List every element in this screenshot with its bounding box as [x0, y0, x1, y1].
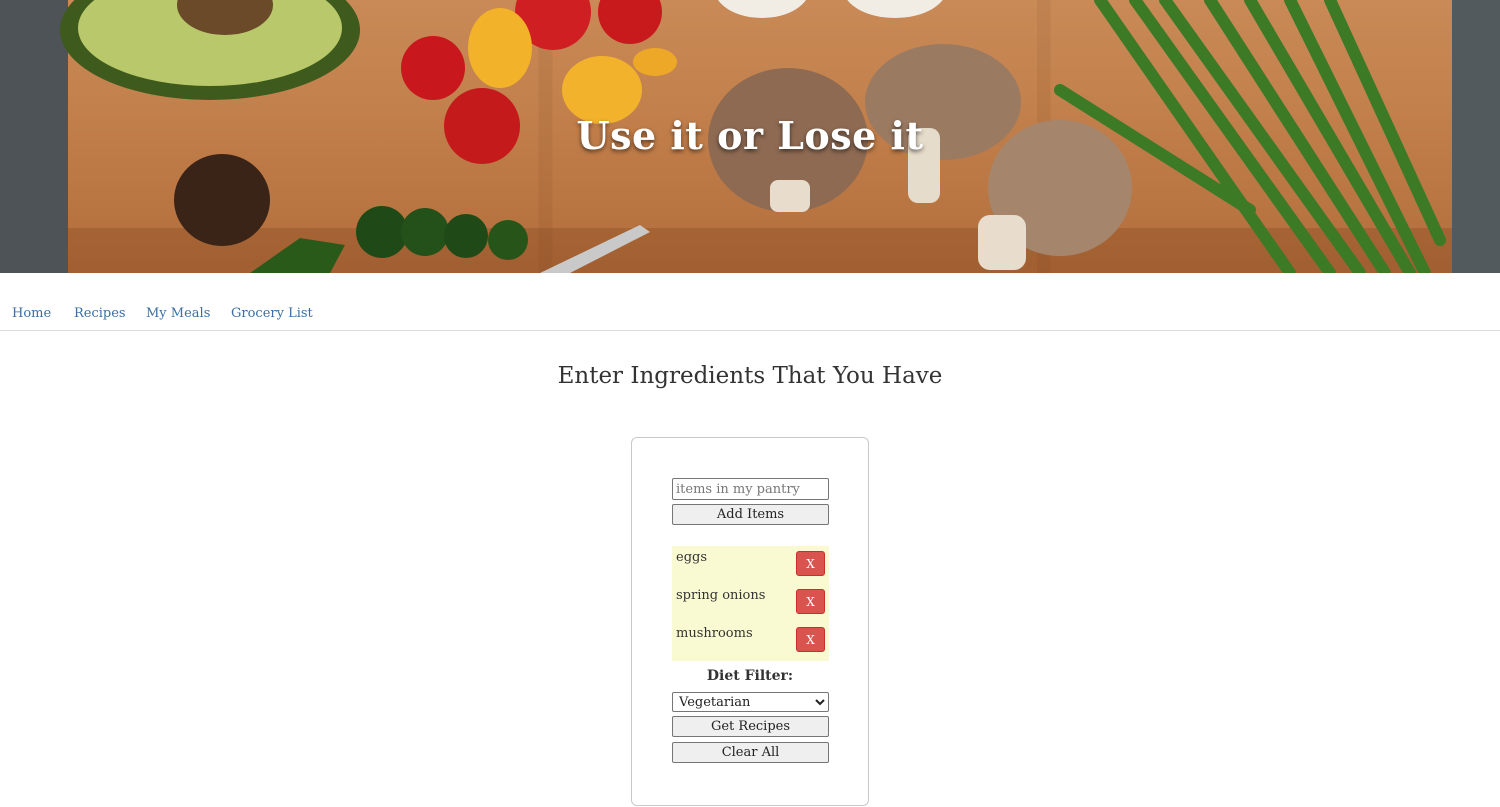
site-title: Use it or Lose it	[576, 113, 924, 158]
ingredient-name: spring onions	[676, 588, 766, 603]
remove-ingredient-button[interactable]: X	[796, 551, 825, 576]
page-heading: Enter Ingredients That You Have	[557, 363, 943, 389]
get-recipes-button[interactable]: Get Recipes	[672, 716, 829, 737]
ingredient-item: eggs X	[672, 546, 829, 578]
remove-ingredient-button[interactable]: X	[796, 589, 825, 614]
ingredient-name: mushrooms	[676, 626, 753, 641]
yellow-tomato	[468, 8, 532, 88]
nav-link-recipes[interactable]: Recipes	[74, 306, 126, 321]
hero-banner: Use it or Lose it	[0, 0, 1500, 273]
egg	[847, 0, 943, 18]
board-hole	[174, 154, 270, 246]
remove-ingredient-button[interactable]: X	[796, 627, 825, 652]
egg	[718, 0, 806, 18]
clear-all-button[interactable]: Clear All	[672, 742, 829, 763]
ingredient-item: mushrooms X	[672, 622, 829, 654]
diet-filter-select[interactable]: Vegetarian	[672, 692, 829, 712]
knife-blade	[540, 225, 650, 273]
jalapeno-slice	[401, 208, 449, 256]
jalapeno-slice	[488, 220, 528, 260]
pepper-piece	[250, 238, 345, 273]
ingredient-name: eggs	[676, 550, 708, 565]
ingredient-item: spring onions X	[672, 584, 829, 616]
diet-filter-label: Diet Filter:	[706, 668, 794, 684]
yellow-tomato	[633, 48, 677, 76]
nav-link-my-meals[interactable]: My Meals	[146, 306, 210, 321]
main-nav: Home Recipes My Meals Grocery List	[0, 273, 1500, 331]
pantry-item-input[interactable]	[672, 478, 829, 500]
nav-link-grocery-list[interactable]: Grocery List	[231, 306, 313, 321]
tomato	[598, 0, 662, 44]
jalapeno-slice	[444, 214, 488, 258]
ingredients-panel: Add Items eggs X spring onions X mushroo…	[631, 437, 869, 806]
add-items-button[interactable]: Add Items	[672, 504, 829, 525]
mushroom-stem	[770, 180, 810, 212]
mushroom-stem	[978, 215, 1026, 270]
nav-link-home[interactable]: Home	[12, 306, 51, 321]
ingredient-list: eggs X spring onions X mushrooms X	[672, 546, 829, 661]
tomato	[401, 36, 465, 100]
jalapeno-slice	[356, 206, 408, 258]
